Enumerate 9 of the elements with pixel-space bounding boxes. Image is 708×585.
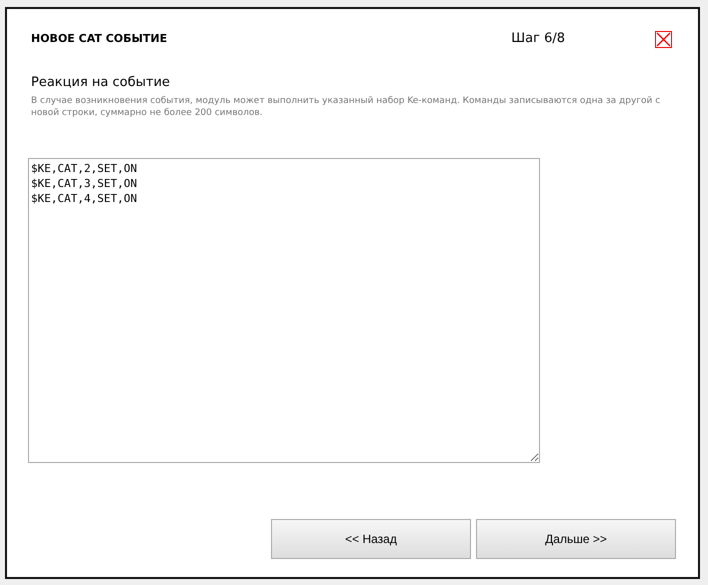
dialog-title: НОВОЕ CAT СОБЫТИЕ (31, 30, 168, 47)
section-description: В случае возникновения события, модуль может выполнить указанный набор Ke-команд. Команды записываются одна за другой с новой строки, суммарно не более 200 символов. (31, 94, 662, 118)
section-heading: Реакция на событие (31, 74, 171, 92)
close-icon (656, 32, 671, 46)
back-button[interactable]: << Назад (271, 518, 471, 558)
close-button[interactable] (655, 30, 672, 48)
step-indicator: Шаг 6/8 (511, 30, 565, 48)
commands-field[interactable]: $KE,CAT,2,SET,ON $KE,CAT,3,SET,ON $KE,CAT,4,SET,ON (28, 158, 540, 462)
next-button[interactable]: Дальше >> (476, 518, 676, 558)
